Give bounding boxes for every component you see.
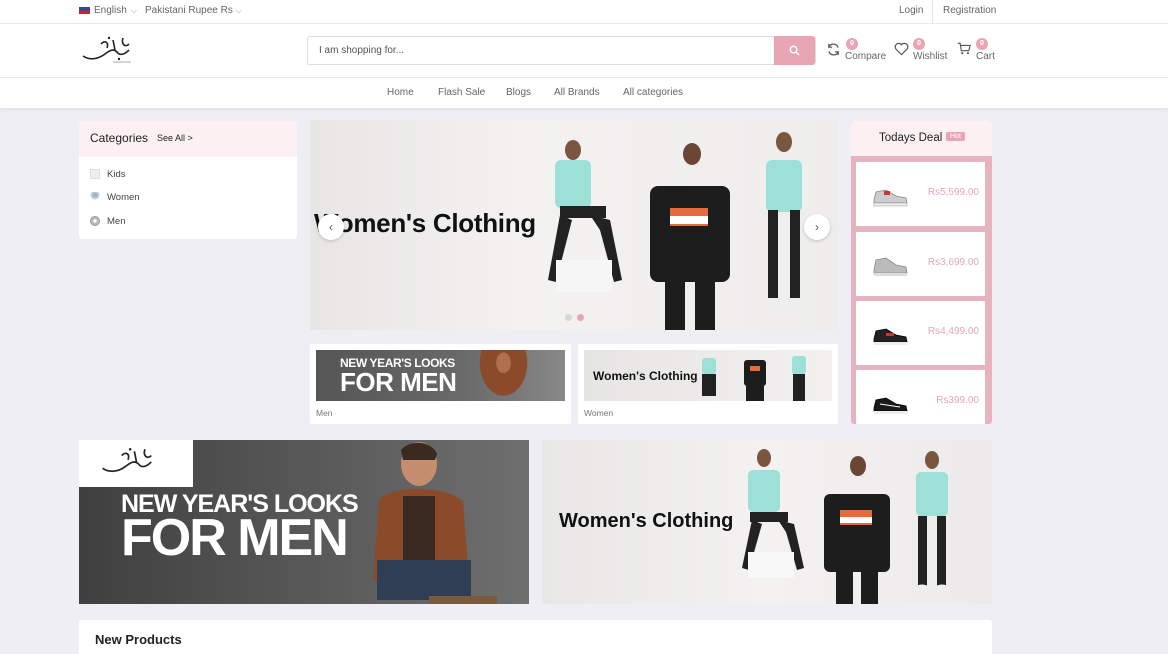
nav-item-home[interactable]: Home <box>387 87 414 98</box>
banner-logo-box <box>79 440 193 487</box>
model-figure <box>476 350 531 401</box>
language-selector[interactable]: English ⌵ <box>79 5 137 16</box>
registration-link[interactable]: Registration <box>943 5 996 16</box>
see-all-link[interactable]: See All > <box>157 133 193 143</box>
shoe-image <box>873 257 908 276</box>
banner-line2: FOR MEN <box>340 367 457 397</box>
todays-deal-title: Todays Deal <box>879 132 943 144</box>
deal-price: Rs5,599.00 <box>927 187 979 198</box>
banner-image-men: NEW YEAR'S LOOKS FOR MEN <box>316 350 565 401</box>
deal-price: Rs4,499.00 <box>927 326 979 337</box>
banner-card-men[interactable]: NEW YEAR'S LOOKS FOR MEN Men <box>310 344 571 424</box>
chevron-left-icon: ‹ <box>329 220 333 234</box>
site-logo[interactable] <box>79 34 135 68</box>
currency-label: Pakistani Rupee Rs <box>145 5 233 16</box>
language-label: English <box>94 5 127 16</box>
flag-icon <box>79 7 90 14</box>
cart-icon <box>957 42 971 55</box>
currency-selector[interactable]: Pakistani Rupee Rs ⌵ <box>145 5 242 16</box>
slider-prev-button[interactable]: ‹ <box>318 214 344 240</box>
slider-dot[interactable] <box>565 314 572 321</box>
search-input[interactable] <box>308 37 776 64</box>
search-button[interactable] <box>774 36 815 65</box>
new-products-section: New Products <box>79 620 992 654</box>
search-bar <box>307 36 816 65</box>
categories-header: Categories See All > <box>79 121 297 157</box>
compare-link[interactable]: 0 Compare <box>826 36 886 66</box>
divider <box>932 0 933 24</box>
deal-item[interactable]: Rs3,699.00 <box>856 232 985 296</box>
shoe-image <box>873 328 908 345</box>
shoe-image <box>873 189 908 207</box>
main-nav: Home Flash Sale Blogs All Brands All cat… <box>0 78 1168 108</box>
deal-item[interactable]: Rs399.00 <box>856 370 985 424</box>
deal-item[interactable]: Rs5,599.00 <box>856 162 985 226</box>
deal-price: Rs3,699.00 <box>927 257 979 268</box>
banner-caption: Women <box>584 408 614 418</box>
brand-logo <box>102 447 152 473</box>
todays-deal-header: Todays Deal Hot <box>851 121 992 156</box>
big-banner-women[interactable]: Women's Clothing <box>542 440 992 604</box>
slider-title: Women's Clothing <box>314 208 536 238</box>
female-models-figures <box>742 449 949 604</box>
banner-line2: FOR MEN <box>121 509 349 567</box>
category-item-kids[interactable]: Kids <box>90 167 125 181</box>
wishlist-count-badge: 0 <box>913 38 925 50</box>
nav-item-flash-sale[interactable]: Flash Sale <box>438 87 485 98</box>
women-thumbnail <box>90 192 100 202</box>
chevron-right-icon: › <box>815 220 819 234</box>
deal-item[interactable]: Rs4,499.00 <box>856 301 985 365</box>
category-item-women[interactable]: Women <box>90 190 140 204</box>
compare-label: Compare <box>845 51 887 62</box>
cart-count-badge: 0 <box>976 38 988 50</box>
men-thumbnail <box>90 216 100 226</box>
model-figures <box>702 356 806 401</box>
categories-title: Categories <box>90 131 149 145</box>
nav-item-all-categories[interactable]: All categories <box>623 87 683 98</box>
banner-card-women[interactable]: Women's Clothing Women <box>578 344 838 424</box>
categories-panel: Categories See All > Kids Women Men <box>79 121 297 239</box>
kids-thumbnail <box>90 169 100 179</box>
wishlist-label: Wishlist <box>913 51 948 62</box>
hot-badge: Hot <box>946 132 965 141</box>
site-header: 0 Compare 0 Wishlist 0 Cart <box>0 24 1168 78</box>
search-icon <box>789 45 800 56</box>
slider-dots <box>565 314 584 321</box>
cart-label: Cart <box>976 51 995 62</box>
nav-item-blogs[interactable]: Blogs <box>506 87 531 98</box>
slider-dot-active[interactable] <box>577 314 584 321</box>
male-model-figure <box>373 442 497 604</box>
big-banner-men[interactable]: NEW YEAR'S LOOKS FOR MEN <box>79 440 529 604</box>
banner-caption: Men <box>316 408 333 418</box>
heart-icon <box>894 42 909 56</box>
deal-price: Rs399.00 <box>936 395 979 406</box>
new-products-title: New Products <box>95 632 182 647</box>
chevron-down-icon: ⌵ <box>235 6 242 15</box>
shoe-image <box>873 397 908 414</box>
category-label: Men <box>107 215 126 227</box>
todays-deal-panel: Todays Deal Hot Rs5,599.00 Rs3,699.00 Rs… <box>851 121 992 424</box>
top-bar: English ⌵ Pakistani Rupee Rs ⌵ Login Reg… <box>0 0 1168 24</box>
compare-count-badge: 0 <box>846 38 858 50</box>
cart-link[interactable]: 0 Cart <box>957 36 997 66</box>
banner-image-women: Women's Clothing <box>584 350 832 401</box>
category-item-men[interactable]: Men <box>90 214 125 228</box>
category-label: Women <box>107 191 140 203</box>
compare-icon <box>828 43 839 56</box>
nav-item-all-brands[interactable]: All Brands <box>554 87 600 98</box>
chevron-down-icon: ⌵ <box>130 5 137 15</box>
login-link[interactable]: Login <box>899 5 923 16</box>
category-label: Kids <box>107 168 126 180</box>
wishlist-link[interactable]: 0 Wishlist <box>894 36 948 66</box>
slider-next-button[interactable]: › <box>804 214 830 240</box>
hero-slider[interactable]: Women's Clothing ‹ › <box>310 120 838 330</box>
